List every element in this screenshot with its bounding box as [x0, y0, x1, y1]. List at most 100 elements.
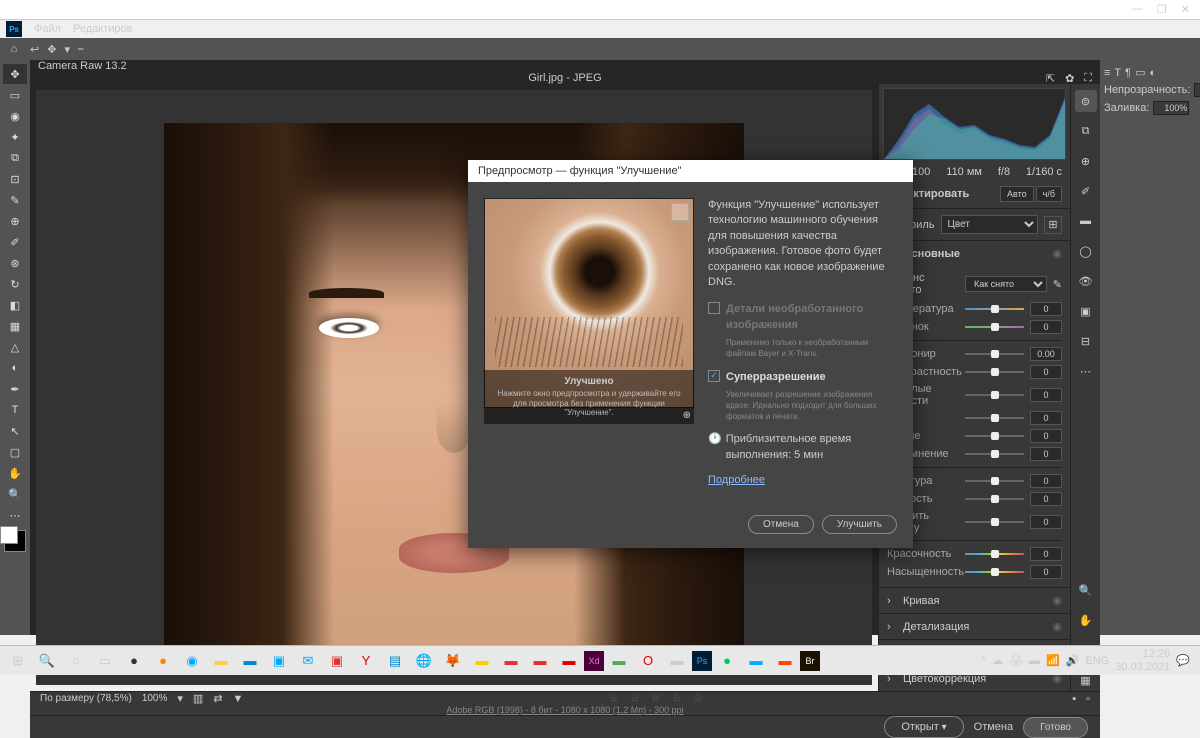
photoshop-taskbar-icon[interactable]: Ps — [692, 651, 712, 671]
yandex-icon[interactable]: Y — [352, 648, 380, 674]
menu-file[interactable]: Файл — [34, 23, 61, 35]
vibrance-slider[interactable] — [965, 553, 1024, 555]
tray-volume-icon[interactable]: 🔊 — [1066, 654, 1080, 667]
tray-cloud-icon[interactable]: ☁ — [992, 654, 1003, 667]
preview-toggle-icon[interactable] — [671, 203, 689, 221]
temperature-slider[interactable] — [965, 308, 1024, 310]
move-tool-icon[interactable]: ✥ — [3, 64, 27, 84]
blend-icon[interactable]: ▭ — [1135, 66, 1145, 79]
auto-button[interactable]: Авто — [1000, 186, 1034, 202]
tray-chevron-icon[interactable]: ^ — [981, 655, 986, 667]
gradient-filter-icon[interactable]: ▬ — [1075, 210, 1097, 232]
tool-preset-icon[interactable]: ✥ — [47, 43, 56, 56]
minimize-button[interactable]: — — [1132, 3, 1143, 16]
tray-notifications-icon[interactable]: 💬 — [1176, 654, 1190, 667]
settings-gear-icon[interactable]: ✿ — [1065, 72, 1074, 85]
type-panel-icon[interactable]: T — [1114, 67, 1121, 79]
hand-tool-icon[interactable]: ✋ — [3, 463, 27, 483]
frame-tool-icon[interactable]: ⊡ — [3, 169, 27, 189]
history-brush-tool-icon[interactable]: ↻ — [3, 274, 27, 294]
explorer-icon[interactable]: ▬ — [207, 648, 235, 674]
edit-tool-icon[interactable]: ⊜ — [1075, 90, 1097, 112]
radial-filter-icon[interactable]: ◯ — [1075, 240, 1097, 262]
tray-battery-icon[interactable]: ▬ — [1029, 655, 1040, 667]
taskview-icon[interactable]: ▭ — [91, 648, 119, 674]
rating-stars[interactable]: ☆ ☆ ☆ ☆ ☆ — [609, 692, 707, 705]
app-6-icon[interactable]: ▬ — [526, 648, 554, 674]
shape-tool-icon[interactable]: ▢ — [3, 442, 27, 462]
whites-slider[interactable] — [965, 435, 1024, 437]
edit-toolbar-icon[interactable]: ⋯ — [3, 505, 27, 525]
compare-icon[interactable]: ▥ — [193, 692, 203, 705]
profile-browse-icon[interactable]: ⊞ — [1044, 216, 1062, 234]
app-3-icon[interactable]: ▬ — [236, 648, 264, 674]
done-button[interactable]: Готово — [1023, 717, 1088, 738]
marquee-tool-icon[interactable]: ▭ — [3, 85, 27, 105]
section-detail-header[interactable]: ›Детализация◉ — [879, 614, 1070, 639]
eyedropper-tool-icon[interactable]: ✎ — [3, 190, 27, 210]
home-icon[interactable]: ⌂ — [6, 41, 22, 57]
hand-tool-icon[interactable]: ✋ — [1075, 609, 1097, 631]
cancel-button[interactable]: Отмена — [974, 721, 1013, 733]
eyedropper-icon[interactable]: ✎ — [1053, 278, 1062, 291]
heal-tool-icon[interactable]: ⊕ — [3, 211, 27, 231]
mail-icon[interactable]: ✉ — [294, 648, 322, 674]
zoom-fit-label[interactable]: По размеру (78,5%) — [40, 693, 132, 704]
fullscreen-icon[interactable]: ⛶ — [1084, 72, 1092, 85]
menu-edit[interactable]: Редактиров — [73, 23, 132, 35]
heal-tool-icon[interactable]: ⊕ — [1075, 150, 1097, 172]
app-2-icon[interactable]: ● — [149, 648, 177, 674]
view-mode-icon[interactable]: ▫ — [1086, 693, 1090, 705]
blacks-slider[interactable] — [965, 453, 1024, 455]
super-resolution-checkbox[interactable] — [708, 370, 720, 382]
learn-more-link[interactable]: Подробнее — [708, 473, 897, 488]
tray-clock[interactable]: 12:2630.03.2021 — [1115, 648, 1170, 672]
zoom-tool-icon[interactable]: 🔍 — [3, 484, 27, 504]
highlights-slider[interactable] — [965, 394, 1024, 396]
undo-arrow-icon[interactable]: ↩ — [30, 43, 39, 56]
zoom-tool-icon[interactable]: 🔍 — [1075, 579, 1097, 601]
notepad-icon[interactable]: ▤ — [381, 648, 409, 674]
app-10-icon[interactable]: ▬ — [771, 648, 799, 674]
app-7-icon[interactable]: ▬ — [605, 648, 633, 674]
tint-slider[interactable] — [965, 326, 1024, 328]
dehaze-slider[interactable] — [965, 521, 1024, 523]
histogram[interactable] — [883, 88, 1066, 160]
opera-icon[interactable]: O — [634, 648, 662, 674]
open-button[interactable]: Открыт ▾ — [884, 716, 963, 738]
section-curve-header[interactable]: ›Кривая◉ — [879, 588, 1070, 613]
contrast-slider[interactable] — [965, 371, 1024, 373]
align-icon[interactable]: ≡ — [1104, 67, 1110, 79]
brush-tool-icon[interactable]: ✐ — [3, 232, 27, 252]
chrome-icon[interactable]: 🌐 — [410, 648, 438, 674]
app-5-icon[interactable]: ▬ — [497, 648, 525, 674]
start-button[interactable]: ⊞ — [4, 648, 32, 674]
filter-icon[interactable]: ▼ — [233, 693, 244, 705]
eraser-tool-icon[interactable]: ◧ — [3, 295, 27, 315]
redeye-tool-icon[interactable]: 👁 — [1075, 270, 1097, 292]
xd-icon[interactable]: Xd — [584, 651, 604, 671]
zoom-100-label[interactable]: 100% — [142, 693, 168, 704]
stamp-tool-icon[interactable]: ⊛ — [3, 253, 27, 273]
exposure-slider[interactable] — [965, 353, 1024, 355]
style-icon[interactable]: ◐ — [1149, 67, 1156, 79]
store-icon[interactable]: ▣ — [265, 648, 293, 674]
color-swatch[interactable] — [4, 530, 26, 552]
clarity-slider[interactable] — [965, 498, 1024, 500]
maximize-button[interactable]: ❐ — [1157, 3, 1167, 16]
tray-printer-icon[interactable]: 🖨 — [1009, 654, 1023, 667]
more-icon[interactable]: ⋯ — [1075, 360, 1097, 382]
search-icon[interactable]: 🔍 — [33, 648, 61, 674]
sticky-icon[interactable]: ▬ — [468, 648, 496, 674]
beforeafter-icon[interactable]: ⇄ — [213, 692, 222, 705]
crop-tool-icon[interactable]: ⧉ — [3, 148, 27, 168]
app-8-icon[interactable]: ▬ — [663, 648, 691, 674]
preview-zoom-icon[interactable]: ⊕ — [683, 410, 691, 421]
workflow-link[interactable]: Adobe RGB (1998) - 8 бит - 1080 x 1080 (… — [30, 705, 1100, 715]
tray-lang[interactable]: ENG — [1085, 655, 1109, 667]
bridge-icon[interactable]: Br — [800, 651, 820, 671]
preset-icon[interactable]: ⊟ — [1075, 330, 1097, 352]
wand-tool-icon[interactable]: ✦ — [3, 127, 27, 147]
fill-input[interactable] — [1153, 101, 1189, 115]
lasso-tool-icon[interactable]: ◉ — [3, 106, 27, 126]
